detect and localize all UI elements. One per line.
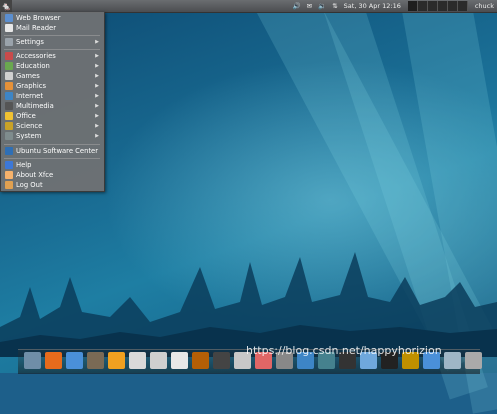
submenu-arrow-icon: ▶ — [95, 133, 99, 139]
submenu-arrow-icon: ▶ — [95, 93, 99, 99]
science-icon — [5, 122, 13, 130]
folder-icon[interactable] — [444, 352, 461, 369]
writer-icon[interactable] — [171, 352, 188, 369]
log-out-icon — [5, 181, 13, 189]
firefox-icon[interactable] — [45, 352, 62, 369]
workspace-2[interactable] — [417, 1, 428, 11]
gimp-icon[interactable] — [87, 352, 104, 369]
menu-separator — [4, 49, 100, 50]
menu-separator — [4, 144, 100, 145]
menu-item-multimedia[interactable]: Multimedia ▶ — [2, 101, 103, 111]
menu-item-web-browser[interactable]: Web Browser — [2, 13, 103, 23]
settings-icon — [5, 38, 13, 46]
vlc-icon[interactable] — [108, 352, 125, 369]
watermark-text: https://blog.csdn.net/happyhorizion — [246, 344, 442, 357]
menu-item-science[interactable]: Science ▶ — [2, 121, 103, 131]
calc-icon[interactable] — [192, 352, 209, 369]
accessories-icon — [5, 52, 13, 60]
menu-item-software-center[interactable]: Ubuntu Software Center — [2, 146, 103, 156]
help-icon — [5, 161, 13, 169]
games-icon — [5, 72, 13, 80]
applications-menu: Web Browser Mail Reader Settings ▶ Access… — [0, 12, 105, 192]
education-icon — [5, 62, 13, 70]
menu-separator — [4, 158, 100, 159]
submenu-arrow-icon: ▶ — [95, 113, 99, 119]
menu-item-games[interactable]: Games ▶ — [2, 71, 103, 81]
menu-item-about-xfce[interactable]: About Xfce — [2, 170, 103, 180]
volume-icon[interactable]: 🔊 — [293, 2, 301, 10]
menu-item-education[interactable]: Education ▶ — [2, 61, 103, 71]
submenu-arrow-icon: ▶ — [95, 103, 99, 109]
show-desktop-icon[interactable] — [24, 352, 41, 369]
trash-icon[interactable] — [465, 352, 482, 369]
forest-silhouette — [0, 252, 497, 357]
multimedia-icon — [5, 102, 13, 110]
menu-item-accessories[interactable]: Accessories ▶ — [2, 51, 103, 61]
workspace-switcher[interactable] — [407, 1, 468, 11]
submenu-arrow-icon: ▶ — [95, 73, 99, 79]
mail-reader-icon — [5, 24, 13, 32]
workspace-5[interactable] — [447, 1, 458, 11]
text-editor-icon[interactable] — [129, 352, 146, 369]
workspace-3[interactable] — [427, 1, 438, 11]
menu-item-settings[interactable]: Settings ▶ — [2, 37, 103, 47]
submenu-arrow-icon: ▶ — [95, 53, 99, 59]
system-tray: 🔊 ✉ 🔉 ⇅ Sat, 30 Apr 12:16 chuck — [290, 0, 497, 12]
xfce-mouse-icon: 🐁 — [1, 1, 11, 11]
submenu-arrow-icon: ▶ — [95, 123, 99, 129]
speaker-icon[interactable]: 🔉 — [318, 2, 326, 10]
about-icon — [5, 171, 13, 179]
submenu-arrow-icon: ▶ — [95, 63, 99, 69]
mail-icon[interactable]: ✉ — [307, 2, 312, 10]
workspace-6[interactable] — [457, 1, 468, 11]
user-name[interactable]: chuck — [475, 2, 494, 10]
menu-item-system[interactable]: System ▶ — [2, 131, 103, 141]
submenu-arrow-icon: ▶ — [95, 39, 99, 45]
software-center-icon — [5, 147, 13, 155]
network-icon[interactable]: ⇅ — [332, 2, 337, 10]
binoculars-icon[interactable] — [213, 352, 230, 369]
system-icon — [5, 132, 13, 140]
menu-item-internet[interactable]: Internet ▶ — [2, 91, 103, 101]
clock[interactable]: Sat, 30 Apr 12:16 — [344, 2, 401, 10]
internet-icon — [5, 92, 13, 100]
menu-item-help[interactable]: Help — [2, 160, 103, 170]
graphics-icon — [5, 82, 13, 90]
applications-menu-button[interactable]: 🐁 — [0, 0, 12, 12]
workspace-4[interactable] — [437, 1, 448, 11]
chromium-icon[interactable] — [66, 352, 83, 369]
menu-item-graphics[interactable]: Graphics ▶ — [2, 81, 103, 91]
office-icon — [5, 112, 13, 120]
document-viewer-icon[interactable] — [150, 352, 167, 369]
menu-item-log-out[interactable]: Log Out — [2, 180, 103, 190]
menu-separator — [4, 35, 100, 36]
workspace-1[interactable] — [407, 1, 418, 11]
menu-item-office[interactable]: Office ▶ — [2, 111, 103, 121]
submenu-arrow-icon: ▶ — [95, 83, 99, 89]
menu-item-mail-reader[interactable]: Mail Reader — [2, 23, 103, 33]
web-browser-icon — [5, 14, 13, 22]
